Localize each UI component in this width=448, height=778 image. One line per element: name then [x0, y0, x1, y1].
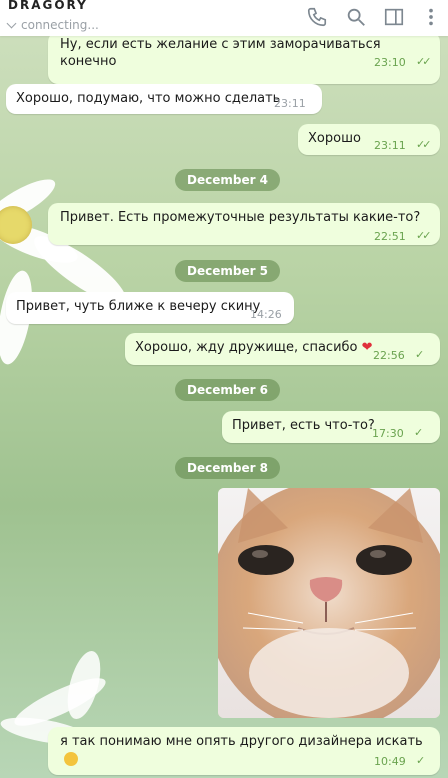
date-separator: December 6: [175, 379, 281, 401]
message-text-content: я так понимаю мне опять другого дизайнер…: [60, 734, 423, 749]
phone-icon[interactable]: [306, 6, 328, 28]
double-check-icon: ✓✓: [416, 55, 432, 68]
message-text: Хорошо: [308, 131, 361, 146]
double-check-icon: ✓✓: [416, 229, 432, 242]
connection-status-text: connecting...: [21, 18, 99, 32]
single-check-icon: ✓: [415, 348, 425, 361]
connection-status: connecting...: [6, 18, 99, 32]
sidebar-toggle-icon[interactable]: [383, 6, 405, 28]
message-outgoing[interactable]: Привет, есть что-то? 17:30 ✓: [222, 411, 440, 443]
message-text: Привет. Есть промежуточные результаты ка…: [60, 210, 421, 225]
message-text: Привет, чуть ближе к вечеру скину: [16, 299, 261, 314]
search-icon[interactable]: [345, 6, 367, 28]
chat-header: DRAGORY connecting...: [0, 0, 448, 36]
single-check-icon: ✓: [416, 754, 426, 767]
message-outgoing[interactable]: Хорошо 23:11 ✓✓: [298, 124, 440, 155]
message-time: 23:11: [374, 139, 406, 152]
message-outgoing[interactable]: Ну, если есть желание с этим заморачиват…: [48, 32, 440, 84]
message-text: Привет, есть что-то?: [232, 418, 375, 433]
message-time: 22:51: [374, 230, 406, 243]
date-separator: December 4: [175, 169, 281, 191]
message-incoming[interactable]: Привет, чуть ближе к вечеру скину 14:26: [6, 292, 294, 324]
message-time: 17:30: [372, 427, 404, 440]
message-time: 22:56: [373, 349, 405, 362]
message-time: 23:10: [374, 56, 406, 69]
message-text: Хорошо, подумаю, что можно сделать: [16, 91, 281, 106]
heart-emoji-icon: ❤: [361, 340, 373, 355]
message-time: 14:26: [250, 308, 282, 321]
single-check-icon: ✓: [414, 426, 424, 439]
cat-photo: [218, 488, 440, 718]
date-separator: December 5: [175, 260, 281, 282]
more-vertical-icon[interactable]: [420, 6, 442, 28]
date-separator: December 8: [175, 457, 281, 479]
double-check-icon: ✓✓: [416, 138, 432, 151]
slightly-smiling-face-emoji-icon: [64, 752, 78, 766]
photo-message[interactable]: [218, 488, 440, 718]
message-outgoing[interactable]: я так понимаю мне опять другого дизайнер…: [48, 727, 440, 775]
message-time: 10:49: [374, 755, 406, 768]
message-outgoing[interactable]: Хорошо, жду дружище, спасибо ❤ 22:56 ✓: [125, 333, 440, 365]
message-text: Хорошо, жду дружище, спасибо: [135, 340, 358, 355]
chat-title[interactable]: DRAGORY: [8, 0, 88, 12]
message-incoming[interactable]: Хорошо, подумаю, что можно сделать 23:11: [6, 84, 322, 114]
connecting-spinner-icon: [6, 18, 17, 29]
message-outgoing[interactable]: Привет. Есть промежуточные результаты ка…: [48, 203, 440, 245]
message-time: 23:11: [274, 97, 306, 110]
